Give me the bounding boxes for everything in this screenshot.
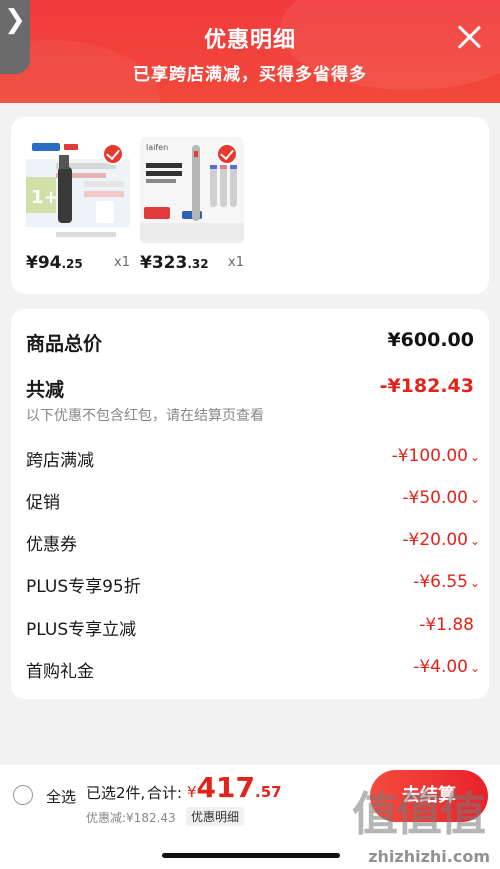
discount-label: 首购礼金 [26, 662, 94, 682]
product-price-row: ¥323.32 x1 [140, 253, 244, 275]
discount-detail-link[interactable]: 优惠明细 [186, 807, 245, 826]
select-all-label[interactable]: 全选 [46, 786, 76, 807]
discount-value: -¥4.00 [413, 657, 468, 677]
discount-value: -¥6.55 [413, 572, 468, 592]
product-card: 1+1 ¥94.25 x1 laifen ¥323.32 x1 [11, 117, 489, 294]
discount-label: 促销 [26, 493, 60, 513]
total-label: 合计: [147, 784, 183, 802]
chevron-down-icon[interactable]: ⌄ [470, 576, 480, 590]
goods-total-row: 商品总价 ¥600.00 [26, 329, 474, 355]
chevron-down-icon[interactable]: ⌄ [470, 534, 480, 548]
product-item[interactable]: 1+1 ¥94.25 x1 [26, 137, 130, 273]
discount-label: PLUS专享95折 [26, 577, 141, 597]
discount-row: PLUS专享立减 -¥1.88 [26, 615, 474, 641]
discount-label: 优惠券 [26, 535, 77, 555]
discount-row[interactable]: 优惠券 -¥20.00 ⌄ [26, 530, 480, 556]
product-quantity: x1 [228, 255, 244, 270]
discount-text: 优惠减:¥182.43 [86, 811, 176, 825]
watermark-url: zhizhizhi.com [368, 847, 490, 866]
total-amount: ¥417.57 [187, 771, 282, 804]
chevron-down-icon[interactable]: ⌄ [470, 492, 480, 506]
discount-value: -¥50.00 [402, 488, 468, 508]
product-price: ¥323.32 [140, 253, 209, 273]
product-price-row: ¥94.25 x1 [26, 253, 130, 275]
discount-summary-card: 商品总价 ¥600.00 共减 -¥182.43 以下优惠不包含红包，请在结算页… [11, 309, 489, 699]
discount-row[interactable]: 跨店满减 -¥100.00 ⌄ [26, 446, 480, 472]
discount-row[interactable]: 促销 -¥50.00 ⌄ [26, 488, 480, 514]
watermark-logo: 值值值 [352, 787, 486, 841]
home-indicator [162, 853, 340, 858]
total-discount-value: -¥182.43 [379, 375, 474, 397]
total-discount-label: 共减 [26, 379, 65, 401]
details-sheet: 1+1 ¥94.25 x1 laifen ¥323.32 x1 商品总价 ¥60… [0, 103, 500, 869]
discount-value: -¥20.00 [402, 530, 468, 550]
select-all-radio[interactable] [13, 785, 33, 805]
selected-count: 已选2件, [86, 784, 146, 802]
discount-label: 跨店满减 [26, 451, 94, 471]
chevron-down-icon[interactable]: ⌄ [470, 450, 480, 464]
goods-total-label: 商品总价 [26, 333, 103, 355]
discount-row[interactable]: PLUS专享95折 -¥6.55 ⌄ [26, 572, 480, 598]
product-thumbnail[interactable]: 1+1 [26, 137, 130, 243]
product-thumbnail[interactable]: laifen [140, 137, 244, 243]
product-price: ¥94.25 [26, 253, 83, 273]
brand-logo: laifen [146, 143, 169, 152]
chevron-down-icon[interactable]: ⌄ [470, 661, 480, 675]
goods-total-value: ¥600.00 [387, 329, 474, 351]
discount-row[interactable]: 首购礼金 -¥4.00 ⌄ [26, 657, 480, 683]
checkout-bar: 全选 已选2件, 合计: ¥417.57 优惠减:¥182.43 优惠明细 去结… [0, 765, 500, 869]
total-discount-row: 共减 -¥182.43 [26, 375, 474, 401]
page-title: 优惠明细 [203, 28, 296, 53]
product-quantity: x1 [114, 255, 130, 270]
discount-value: -¥1.88 [419, 615, 474, 635]
product-item[interactable]: laifen ¥323.32 x1 [140, 137, 244, 273]
selected-check-icon[interactable] [216, 143, 238, 165]
discount-value: -¥100.00 [391, 446, 468, 466]
discount-label: PLUS专享立减 [26, 620, 137, 640]
page-subtitle: 已享跨店满减，买得多省得多 [133, 65, 367, 85]
close-icon[interactable] [456, 24, 482, 50]
discount-note: 以下优惠不包含红包，请在结算页查看 [26, 408, 264, 424]
selected-check-icon[interactable] [102, 143, 124, 165]
header: ❯ 优惠明细 已享跨店满减，买得多省得多 [0, 0, 500, 103]
